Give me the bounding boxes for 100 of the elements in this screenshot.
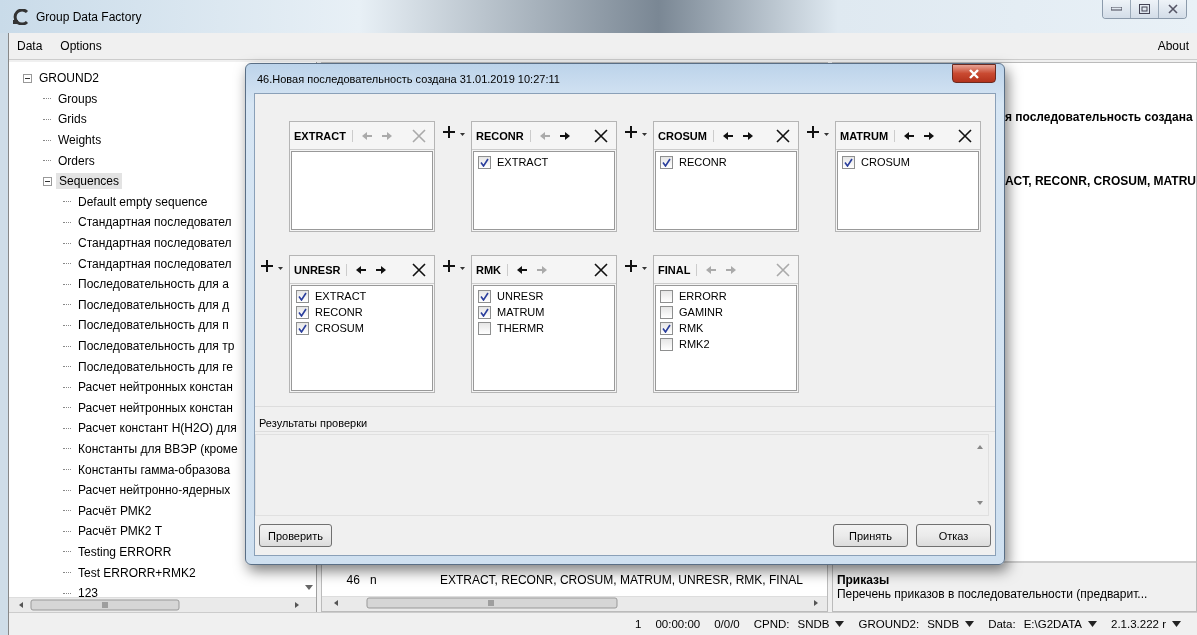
tree-item[interactable]: Grids xyxy=(55,111,90,128)
tree-item[interactable]: GROUND2 xyxy=(36,70,102,87)
dropdown-selector[interactable]: SNDB xyxy=(927,618,975,630)
checkbox-label: RECONR xyxy=(315,306,363,318)
tree-item[interactable]: 123 xyxy=(75,585,102,597)
selector-label: Data: xyxy=(988,618,1016,630)
checkbox-label: CROSUM xyxy=(315,322,364,334)
tree-item[interactable]: Weights xyxy=(55,132,105,149)
accept-button[interactable]: Принять xyxy=(833,524,908,547)
checkbox[interactable] xyxy=(660,305,673,319)
tree-item[interactable]: Groups xyxy=(55,90,101,107)
checkbox[interactable] xyxy=(478,155,491,169)
tree-item[interactable]: Расчёт РМК2 xyxy=(75,502,155,519)
tree-item[interactable]: Стандартная последовател xyxy=(75,255,235,272)
cancel-button[interactable]: Отказ xyxy=(916,524,991,547)
checkbox[interactable] xyxy=(478,305,491,319)
tree-item[interactable]: Расчет нейтронных констан xyxy=(75,379,236,396)
table-cell-text: 46 xyxy=(345,573,361,587)
checkbox[interactable] xyxy=(296,289,309,303)
add-step-button[interactable] xyxy=(441,123,467,141)
tree-item[interactable]: Расчет нейтронно-ядерных xyxy=(75,482,234,499)
collapse-icon[interactable] xyxy=(43,176,52,186)
tree-item[interactable]: Default empty sequence xyxy=(75,193,211,210)
elapsed-time: 00:00:00 xyxy=(655,618,701,630)
checkbox-label: CROSUM xyxy=(861,156,910,168)
tree-item[interactable]: Orders xyxy=(55,152,98,169)
section-description: Перечень приказов в последовательности (предварит... xyxy=(836,587,1149,601)
tree-item[interactable]: Расчет констант H(H2O) для xyxy=(75,420,240,437)
dropdown-selector[interactable]: SNDB xyxy=(797,618,845,630)
caret-icon xyxy=(835,621,845,627)
tree-item[interactable]: Константы гамма-образова xyxy=(75,461,234,478)
close-button[interactable] xyxy=(1158,0,1186,18)
add-step-button[interactable] xyxy=(623,257,649,275)
close-icon xyxy=(968,68,980,79)
checkbox[interactable] xyxy=(478,289,491,303)
cross-icon xyxy=(958,128,972,143)
cross-icon xyxy=(412,262,426,277)
add-step-button[interactable] xyxy=(259,257,285,275)
add-step-button[interactable] xyxy=(805,123,831,141)
tree-item[interactable]: Test ERRORR+RMK2 xyxy=(75,564,199,581)
checkbox-label: EXTRACT xyxy=(497,156,549,168)
app-logo-icon xyxy=(12,8,30,25)
check-button[interactable]: Проверить xyxy=(259,524,332,547)
cross-icon xyxy=(594,128,608,143)
tree-item[interactable]: Последовательность для ге xyxy=(75,358,236,375)
tree-item[interactable]: Расчёт РМК2 Т xyxy=(75,523,166,540)
close-button[interactable] xyxy=(952,64,996,83)
tree-item[interactable]: Константы для ВВЭР (кроме xyxy=(75,441,241,457)
checkbox[interactable] xyxy=(660,321,673,335)
checkbox[interactable] xyxy=(478,321,491,335)
selector-label: CPND: xyxy=(753,618,790,630)
checkbox[interactable] xyxy=(296,321,309,335)
horizontal-scrollbar[interactable] xyxy=(321,596,827,611)
tree-item[interactable]: Стандартная последовател xyxy=(75,214,235,231)
tree-item[interactable]: Расчет нейтронных констан xyxy=(75,399,236,416)
cross-icon xyxy=(776,128,790,143)
tree-item[interactable]: Последовательность для а xyxy=(75,276,232,293)
maximize-icon xyxy=(1139,4,1150,14)
results-label: Результаты проверки xyxy=(255,407,995,432)
table-cell-text: n xyxy=(369,573,378,587)
tree-item[interactable]: Последовательность для д xyxy=(75,296,233,313)
step-name: CROSUM xyxy=(658,129,714,142)
checkbox-label: EXTRACT xyxy=(315,290,367,302)
sequence-name: я последовательность создана xyxy=(1004,110,1193,124)
selector-label: GROUND2: xyxy=(858,618,920,630)
step-name: EXTRACT xyxy=(294,129,353,142)
checkbox[interactable] xyxy=(296,305,309,319)
step-name: RMK xyxy=(476,263,509,276)
checkbox-label: UNRESR xyxy=(497,290,544,302)
menu-item[interactable]: Options xyxy=(60,39,102,53)
tree-item[interactable]: Последовательность для тр xyxy=(75,338,238,354)
checkbox[interactable] xyxy=(660,337,673,351)
table-row[interactable]: 46 n EXTRACT, RECONR, CROSUM, MATRUM, UNRESR, RMK, FINAL xyxy=(321,570,827,596)
checkbox-label: RMK2 xyxy=(679,338,710,350)
tree-item[interactable]: Sequences xyxy=(56,173,123,190)
add-step-button[interactable] xyxy=(441,257,467,275)
tree-item[interactable]: Стандартная последовател xyxy=(75,235,235,252)
plus-dropdown-icon xyxy=(259,257,285,275)
maximize-button[interactable] xyxy=(1130,0,1158,18)
dialog-title: 46.Новая последовательность создана 31.01.2019 10:27:11 xyxy=(256,72,560,85)
checkbox[interactable] xyxy=(660,155,673,169)
checkbox[interactable] xyxy=(660,289,673,303)
menu-item[interactable]: Data xyxy=(17,39,43,53)
cross-icon xyxy=(776,262,790,277)
checkbox[interactable] xyxy=(842,155,855,169)
close-icon xyxy=(1167,4,1178,14)
add-step-button[interactable] xyxy=(623,123,649,141)
tree-item[interactable]: Последовательность для п xyxy=(75,317,232,334)
horizontal-scrollbar[interactable] xyxy=(9,597,316,612)
dropdown-selector[interactable]: 2.1.3.222 r xyxy=(1111,618,1181,630)
checkbox-label: RECONR xyxy=(679,156,727,168)
plus-dropdown-icon xyxy=(441,123,467,141)
collapse-icon[interactable] xyxy=(23,73,32,83)
tree-item[interactable]: Testing ERRORR xyxy=(75,543,175,560)
dropdown-selector[interactable]: E:\G2DATA xyxy=(1023,618,1097,630)
step-name: MATRUM xyxy=(840,129,896,142)
about-menu-item[interactable]: About xyxy=(1157,39,1189,53)
step-name: FINAL xyxy=(658,263,698,276)
checkbox-label: ERRORR xyxy=(679,290,727,302)
progress-counter: 0/0/0 xyxy=(714,618,740,630)
